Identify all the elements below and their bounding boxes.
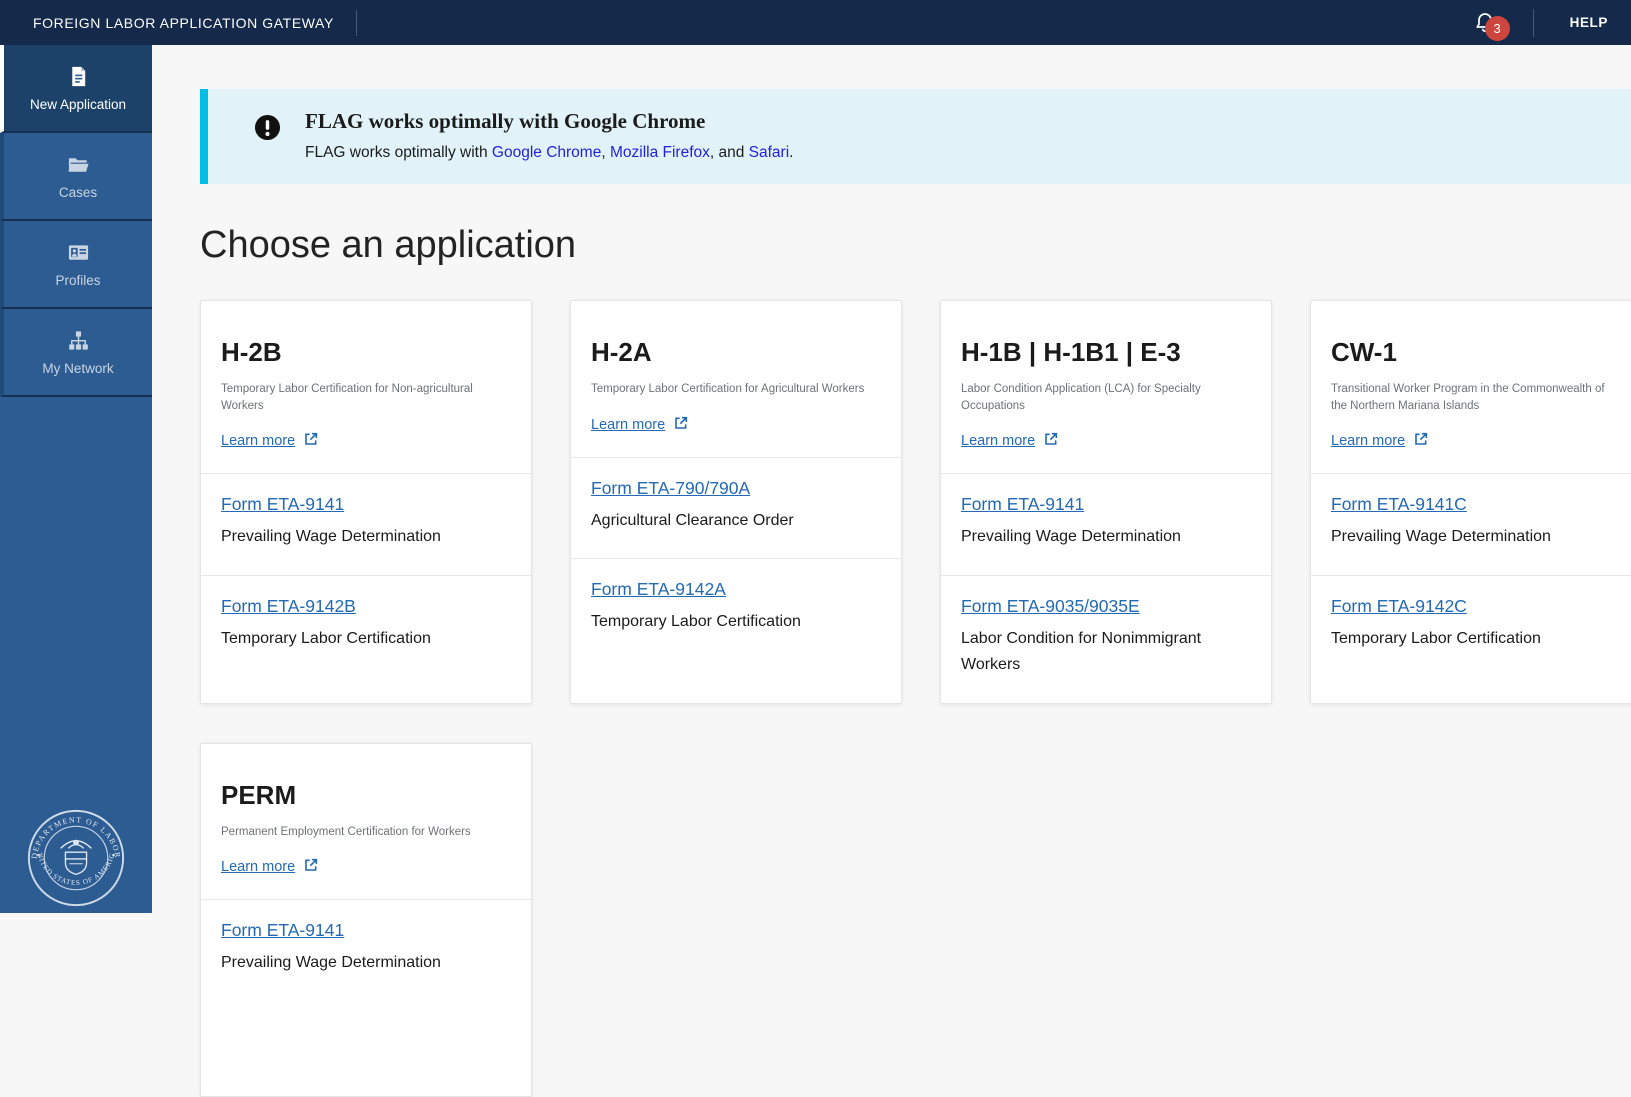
help-link[interactable]: HELP — [1570, 15, 1608, 30]
form-description: Prevailing Wage Determination — [221, 950, 511, 976]
application-card: PERM Permanent Employment Certification … — [200, 743, 532, 1097]
learn-more-label: Learn more — [221, 433, 295, 449]
form-description: Temporary Labor Certification — [221, 626, 511, 652]
form-description: Labor Condition for Nonimmigrant Workers — [961, 626, 1251, 679]
learn-more-label: Learn more — [221, 859, 295, 875]
alert-text-segment: , and — [710, 144, 749, 161]
seal-eagle-shield-emblem — [61, 840, 92, 875]
application-card: H-1B | H-1B1 | E-3 Labor Condition Appli… — [940, 300, 1272, 704]
info-exclamation-icon — [254, 114, 281, 141]
alert-title: FLAG works optimally with Google Chrome — [305, 109, 793, 134]
form-section: Form ETA-9141 Prevailing Wage Determinat… — [201, 899, 531, 1000]
learn-more-label: Learn more — [961, 433, 1035, 449]
card-title: H-1B | H-1B1 | E-3 — [961, 337, 1251, 368]
sidebar-item-label: My Network — [42, 361, 113, 376]
form-section: Form ETA-9141 Prevailing Wage Determinat… — [201, 473, 531, 574]
sidebar-item-profiles[interactable]: Profiles — [0, 221, 152, 309]
form-description: Temporary Labor Certification — [1331, 626, 1621, 652]
sidebar-item-my-network[interactable]: My Network — [0, 309, 152, 397]
learn-more-link[interactable]: Learn more — [221, 857, 319, 877]
dol-seal: DEPARTMENT OF LABOR UNITED STATES OF AME… — [26, 806, 126, 910]
sidebar-item-label: Profiles — [55, 273, 100, 288]
sidebar-item-label: Cases — [59, 185, 97, 200]
learn-more-link[interactable]: Learn more — [961, 431, 1059, 451]
application-card: CW-1 Transitional Worker Program in the … — [1310, 300, 1631, 704]
external-link-icon — [1413, 431, 1429, 451]
form-section: Form ETA-9141 Prevailing Wage Determinat… — [941, 473, 1271, 574]
app-title: FOREIGN LABOR APPLICATION GATEWAY — [33, 15, 334, 31]
form-description: Prevailing Wage Determination — [961, 524, 1251, 550]
form-section: Form ETA-9142A Temporary Labor Certifica… — [571, 558, 901, 659]
form-link[interactable]: Form ETA-790/790A — [591, 478, 750, 499]
external-link-icon — [1043, 431, 1059, 451]
form-section: Form ETA-9142B Temporary Labor Certifica… — [201, 575, 531, 676]
form-section: Form ETA-790/790A Agricultural Clearance… — [571, 457, 901, 558]
form-link[interactable]: Form ETA-9142A — [591, 579, 726, 600]
form-description: Prevailing Wage Determination — [1331, 524, 1621, 550]
card-title: H-2B — [221, 337, 511, 368]
application-cards-grid: H-2B Temporary Labor Certification for N… — [200, 300, 1631, 1097]
learn-more-link[interactable]: Learn more — [221, 431, 319, 451]
external-link-icon — [303, 857, 319, 877]
form-section: Form ETA-9141C Prevailing Wage Determina… — [1311, 473, 1631, 574]
form-link[interactable]: Form ETA-9035/9035E — [961, 596, 1140, 617]
topbar-divider — [1533, 9, 1534, 37]
form-description: Agricultural Clearance Order — [591, 508, 881, 534]
form-link[interactable]: Form ETA-9141 — [221, 494, 344, 515]
document-icon — [67, 65, 90, 88]
id-card-icon — [67, 241, 90, 264]
external-link-icon — [303, 431, 319, 451]
alert-text-segment: . — [789, 144, 793, 161]
learn-more-label: Learn more — [591, 417, 665, 433]
application-card: H-2A Temporary Labor Certification for A… — [570, 300, 902, 704]
external-link-icon — [673, 415, 689, 435]
top-bar: FOREIGN LABOR APPLICATION GATEWAY 3 HELP — [0, 0, 1631, 45]
card-subtitle: Transitional Worker Program in the Commo… — [1331, 381, 1621, 414]
form-link[interactable]: Form ETA-9141C — [1331, 494, 1467, 515]
safari-link[interactable]: Safari — [749, 144, 790, 161]
form-section: Form ETA-9142C Temporary Labor Certifica… — [1311, 575, 1631, 676]
card-subtitle: Labor Condition Application (LCA) for Sp… — [961, 381, 1251, 414]
alert-text-segment: , — [601, 144, 610, 161]
sidebar-item-cases[interactable]: Cases — [0, 133, 152, 221]
form-link[interactable]: Form ETA-9141 — [221, 920, 344, 941]
form-link[interactable]: Form ETA-9142C — [1331, 596, 1467, 617]
google-chrome-link[interactable]: Google Chrome — [492, 144, 601, 161]
sidebar-item-label: New Application — [30, 97, 126, 112]
card-title: PERM — [221, 780, 511, 811]
form-section: Form ETA-9035/9035E Labor Condition for … — [941, 575, 1271, 703]
alert-text-segment: FLAG works optimally with — [305, 144, 492, 161]
topbar-divider — [356, 10, 357, 36]
sidebar: New Application Cases Profiles My Network D… — [0, 45, 152, 913]
application-card: H-2B Temporary Labor Certification for N… — [200, 300, 532, 704]
card-subtitle: Permanent Employment Certification for W… — [221, 824, 511, 841]
learn-more-link[interactable]: Learn more — [1331, 431, 1429, 451]
network-icon — [67, 329, 90, 352]
sidebar-item-new-application[interactable]: New Application — [0, 45, 152, 133]
card-subtitle: Temporary Labor Certification for Agricu… — [591, 381, 881, 398]
form-link[interactable]: Form ETA-9142B — [221, 596, 356, 617]
notifications-button[interactable]: 3 — [1473, 9, 1499, 37]
form-link[interactable]: Form ETA-9141 — [961, 494, 1084, 515]
main-content: FLAG works optimally with Google Chrome … — [152, 45, 1631, 913]
folder-icon — [67, 153, 90, 176]
form-description: Prevailing Wage Determination — [221, 524, 511, 550]
learn-more-link[interactable]: Learn more — [591, 415, 689, 435]
card-subtitle: Temporary Labor Certification for Non-ag… — [221, 381, 511, 414]
page-title: Choose an application — [200, 224, 1631, 267]
notification-count-badge: 3 — [1485, 16, 1510, 41]
mozilla-firefox-link[interactable]: Mozilla Firefox — [610, 144, 710, 161]
form-description: Temporary Labor Certification — [591, 609, 881, 635]
learn-more-label: Learn more — [1331, 433, 1405, 449]
alert-message: FLAG works optimally with Google Chrome,… — [305, 144, 793, 162]
card-title: CW-1 — [1331, 337, 1621, 368]
browser-info-alert: FLAG works optimally with Google Chrome … — [200, 89, 1631, 184]
card-title: H-2A — [591, 337, 881, 368]
